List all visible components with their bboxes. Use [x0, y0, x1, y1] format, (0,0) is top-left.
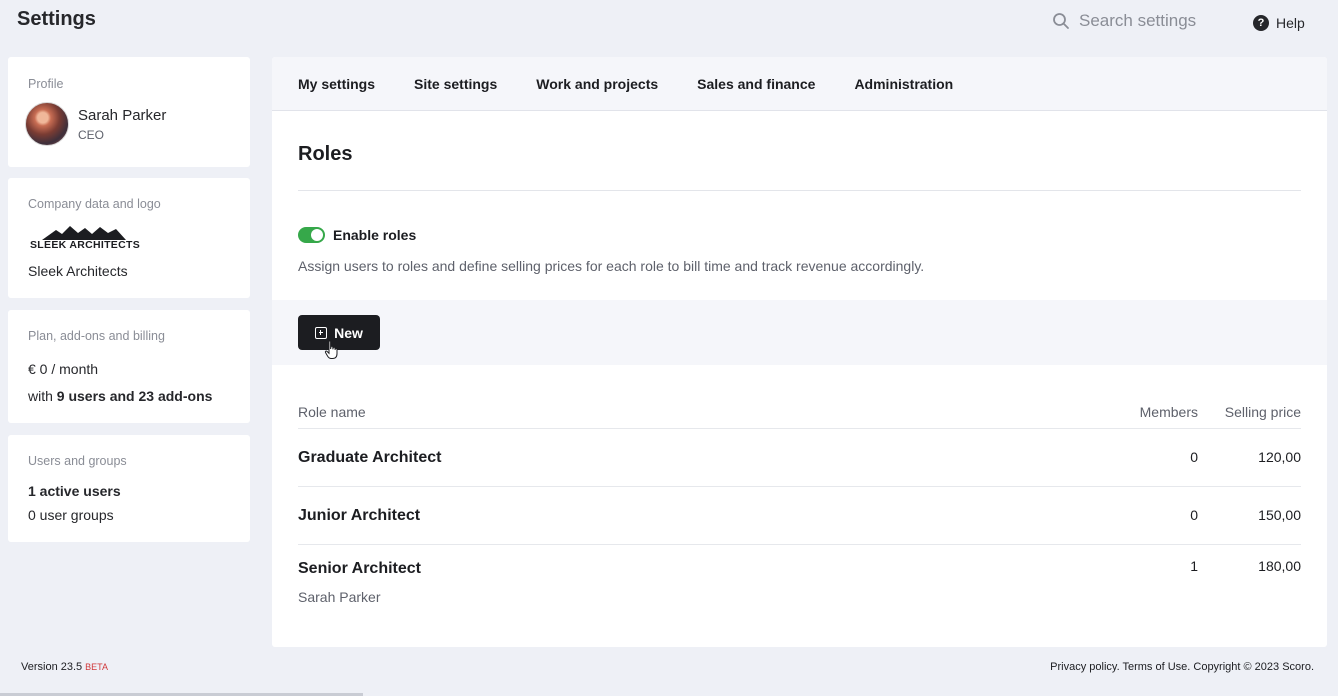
search-placeholder[interactable]: Search settings — [1079, 11, 1196, 31]
plan-price: € 0 / month — [28, 361, 99, 377]
roles-panel: My settings Site settings Work and proje… — [272, 57, 1327, 647]
plan-summary: with 9 users and 23 add-ons — [28, 388, 212, 404]
role-price: 120,00 — [1258, 448, 1301, 465]
users-card[interactable]: Users and groups 1 active users 0 user g… — [8, 435, 250, 542]
plan-card[interactable]: Plan, add-ons and billing € 0 / month wi… — [8, 310, 250, 423]
roles-toolbar: New — [272, 300, 1327, 365]
roles-description: Assign users to roles and define selling… — [298, 258, 925, 274]
company-name: Sleek Architects — [28, 263, 128, 279]
tab-sales-and-finance[interactable]: Sales and finance — [697, 76, 815, 92]
plan-with-prefix: with — [28, 388, 53, 404]
help-icon: ? — [1253, 15, 1269, 31]
tab-my-settings[interactable]: My settings — [298, 76, 375, 92]
version-info: Version 23.5 BETA — [21, 661, 108, 673]
divider — [298, 190, 1301, 191]
enable-roles-label: Enable roles — [333, 227, 417, 243]
beta-badge: BETA — [85, 662, 108, 672]
company-logo: SLEEK ARCHITECTS — [30, 224, 145, 251]
column-header-members[interactable]: Members — [1098, 404, 1198, 420]
role-cell: Senior Architect Sarah Parker — [298, 560, 1098, 605]
profile-role: CEO — [78, 128, 105, 142]
company-card[interactable]: Company data and logo SLEEK ARCHITECTS S… — [8, 178, 250, 298]
plus-square-icon — [315, 326, 328, 339]
table-row[interactable]: Graduate Architect 0 120,00 — [298, 429, 1301, 487]
settings-tabs: My settings Site settings Work and proje… — [272, 57, 1327, 111]
mountain-logo-icon — [42, 226, 126, 240]
new-button-label: New — [334, 324, 363, 341]
role-price: 150,00 — [1258, 506, 1301, 523]
version-text: Version 23.5 — [21, 661, 83, 673]
table-row[interactable]: Senior Architect Sarah Parker 1 180,00 — [298, 545, 1301, 605]
table-header: Role name Members Selling price — [298, 395, 1301, 429]
hand-pointer-cursor-icon — [324, 340, 338, 359]
plan-card-label: Plan, add-ons and billing — [28, 329, 165, 343]
table-row[interactable]: Junior Architect 0 150,00 — [298, 487, 1301, 545]
role-price: 180,00 — [1258, 558, 1301, 574]
role-members: 0 — [1190, 448, 1198, 465]
plan-users-addons: 9 users and 23 add-ons — [56, 388, 213, 404]
company-logo-text: SLEEK ARCHITECTS — [30, 239, 140, 251]
role-members: 0 — [1190, 506, 1198, 523]
profile-card[interactable]: Profile Sarah Parker CEO — [8, 57, 250, 167]
help-button[interactable]: ? Help — [1253, 15, 1305, 31]
column-header-role-name[interactable]: Role name — [298, 404, 1098, 420]
page-title: Settings — [17, 8, 96, 30]
search-icon — [1053, 13, 1069, 29]
legal-links[interactable]: Privacy policy. Terms of Use. Copyright … — [1050, 661, 1314, 673]
tab-site-settings[interactable]: Site settings — [414, 76, 497, 92]
help-label: Help — [1276, 15, 1305, 31]
enable-roles-toggle[interactable] — [298, 227, 325, 243]
users-card-label: Users and groups — [28, 454, 127, 468]
section-title: Roles — [298, 143, 353, 165]
column-header-selling-price[interactable]: Selling price — [1198, 404, 1301, 420]
roles-table: Role name Members Selling price Graduate… — [298, 395, 1301, 605]
toggle-knob — [311, 229, 323, 241]
tab-work-and-projects[interactable]: Work and projects — [536, 76, 658, 92]
role-members: 1 — [1190, 558, 1198, 574]
search-bar[interactable]: Search settings — [1052, 11, 1196, 31]
tab-administration[interactable]: Administration — [854, 76, 953, 92]
role-member-name: Sarah Parker — [298, 589, 381, 605]
role-name: Senior Architect — [298, 560, 421, 577]
company-card-label: Company data and logo — [28, 197, 161, 211]
avatar — [25, 102, 69, 146]
active-users-count: 1 active users — [28, 483, 121, 499]
profile-name: Sarah Parker — [78, 107, 167, 124]
role-name: Junior Architect — [298, 506, 421, 524]
enable-roles-row: Enable roles — [298, 227, 416, 243]
profile-card-label: Profile — [28, 77, 64, 91]
user-groups-count: 0 user groups — [28, 507, 114, 523]
role-name: Graduate Architect — [298, 448, 442, 466]
